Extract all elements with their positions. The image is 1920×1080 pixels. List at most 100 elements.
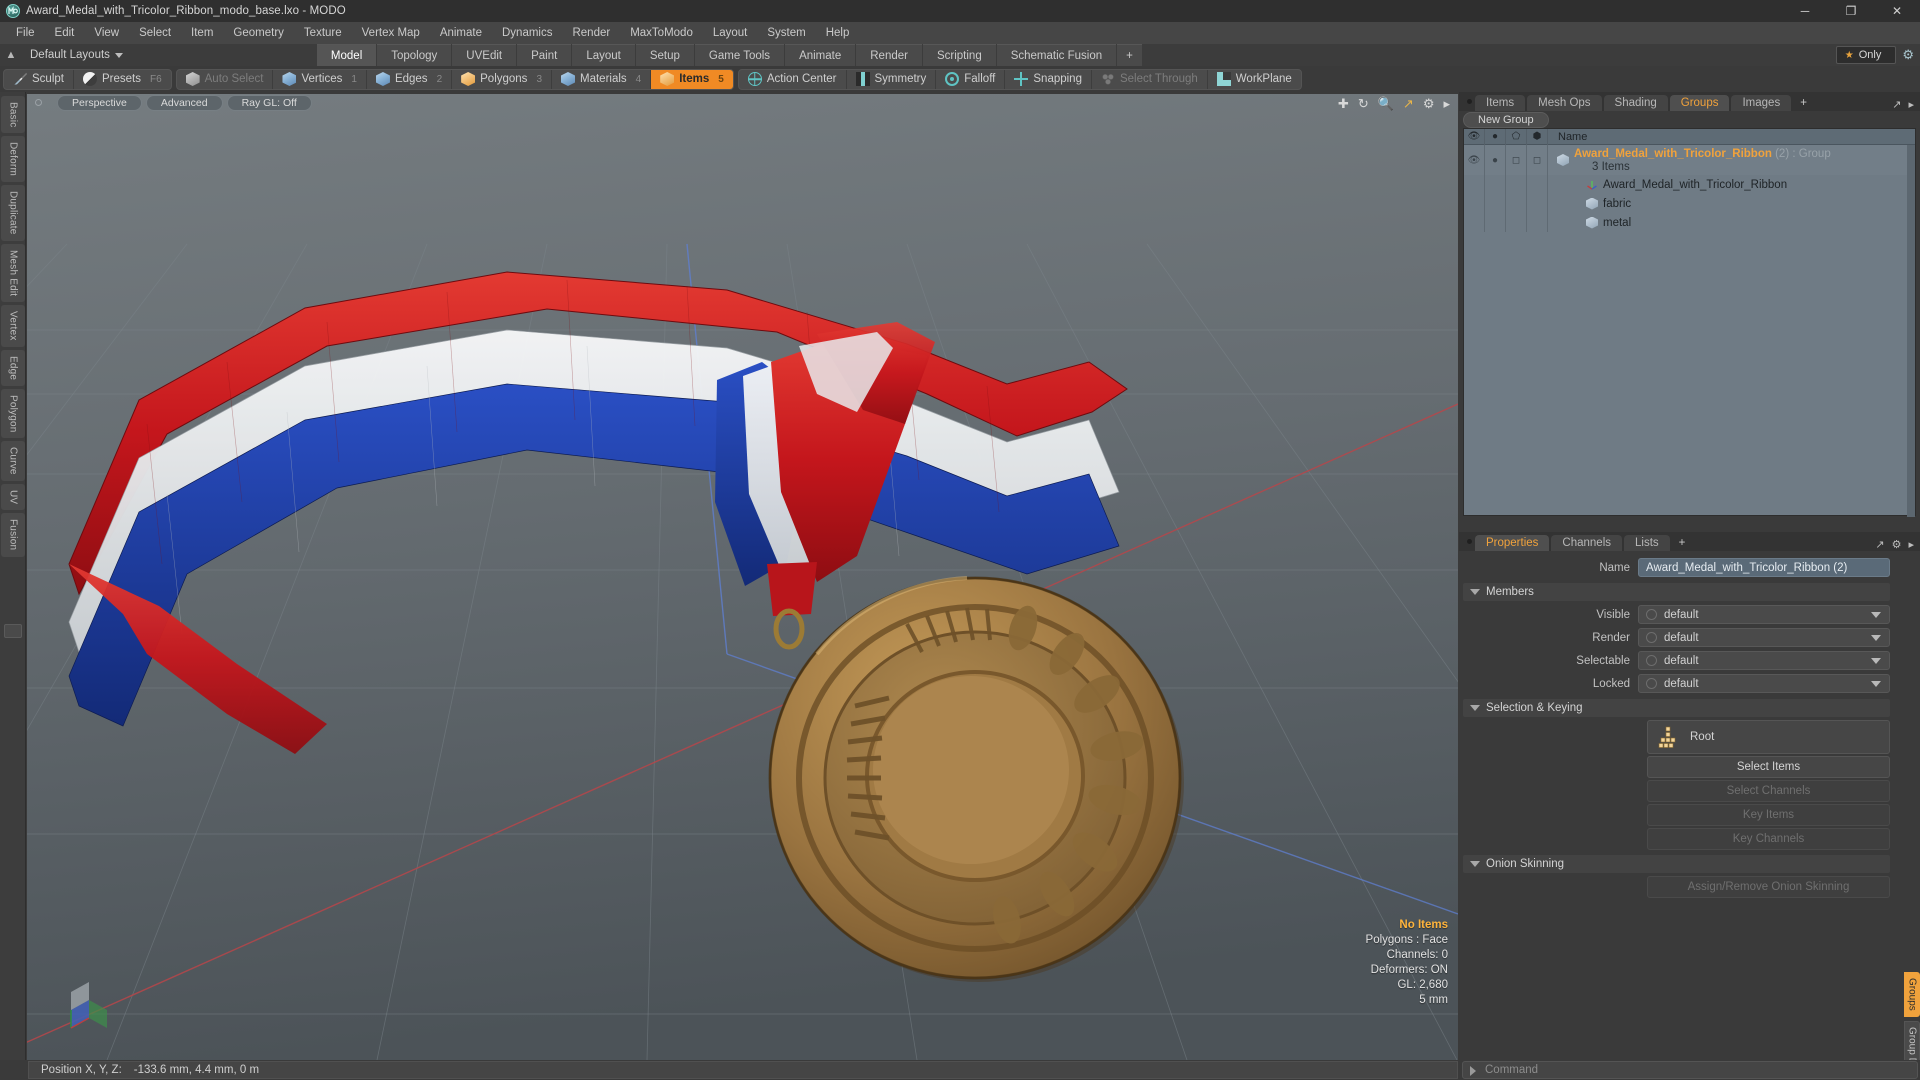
properties-tab-add[interactable]: + [1672, 535, 1693, 551]
row-render-icon[interactable]: ● [1485, 145, 1506, 175]
root-selector[interactable]: Root [1647, 720, 1890, 754]
minimize-button[interactable]: ─ [1782, 0, 1828, 22]
left-tab-vertex[interactable]: Vertex [1, 305, 25, 347]
layout-tab-setup[interactable]: Setup [635, 44, 694, 66]
viewport-tab-perspective[interactable]: Perspective [57, 95, 142, 111]
panel-tab-shading[interactable]: Shading [1603, 95, 1668, 111]
gear-icon[interactable]: ⚙ [1892, 538, 1902, 551]
zoom-icon[interactable]: 🔍 [1378, 96, 1394, 112]
axis-gizmo-icon[interactable] [59, 970, 119, 1030]
layout-tab-schematic-fusion[interactable]: Schematic Fusion [996, 44, 1117, 66]
panel-tab-mesh-ops[interactable]: Mesh Ops [1527, 95, 1602, 111]
menu-item-texture[interactable]: Texture [294, 24, 352, 42]
row-shaded-cell[interactable] [1506, 175, 1527, 194]
select-items-button[interactable]: Select Items [1647, 756, 1890, 778]
channel-dot-icon[interactable] [1646, 655, 1657, 666]
menu-item-help[interactable]: Help [816, 24, 860, 42]
close-button[interactable]: ✕ [1874, 0, 1920, 22]
row-wire-toggle[interactable]: ◻ [1527, 145, 1548, 175]
tool-sculpt-button[interactable]: Sculpt [4, 69, 74, 89]
viewport-tab-ray-gl-off[interactable]: Ray GL: Off [226, 95, 312, 111]
menu-item-layout[interactable]: Layout [703, 24, 758, 42]
tool-items-button[interactable]: Items 5 [651, 69, 733, 89]
wire-cube-icon[interactable]: ⬢ [1527, 128, 1548, 145]
left-tab-curve[interactable]: Curve [1, 441, 25, 482]
render-dropdown[interactable]: default [1638, 628, 1890, 647]
left-tab-polygon[interactable]: Polygon [1, 388, 25, 439]
panel-tab-images[interactable]: Images [1731, 95, 1792, 111]
viewport-tab-advanced[interactable]: Advanced [145, 95, 223, 111]
viewport-3d[interactable]: Perspective Advanced Ray GL: Off ✚ ↻ 🔍 ↗ ⚙… [27, 94, 1458, 1060]
layout-tab-scripting[interactable]: Scripting [922, 44, 996, 66]
onion-skinning-section-header[interactable]: Onion Skinning [1463, 855, 1890, 873]
layout-tab-game-tools[interactable]: Game Tools [694, 44, 785, 66]
menu-item-vertex-map[interactable]: Vertex Map [352, 24, 430, 42]
tool-edges-button[interactable]: Edges 2 [367, 69, 453, 89]
layout-tab-model[interactable]: Model [316, 44, 377, 66]
table-row[interactable]: metal [1464, 213, 1915, 232]
members-section-header[interactable]: Members [1463, 583, 1890, 601]
menu-item-view[interactable]: View [84, 24, 129, 42]
row-eye-cell[interactable] [1464, 213, 1485, 232]
fit-icon[interactable]: ↗ [1403, 96, 1414, 112]
left-tab-uv[interactable]: UV [1, 484, 25, 511]
gear-icon[interactable]: ⚙ [1902, 47, 1914, 63]
left-color-swatch[interactable] [4, 624, 22, 638]
layout-tab-layout[interactable]: Layout [572, 44, 635, 66]
row-shaded-cell[interactable] [1506, 194, 1527, 213]
viewport-menu-dot[interactable] [35, 99, 42, 106]
panel-tab-items[interactable]: Items [1475, 95, 1526, 111]
menu-item-select[interactable]: Select [129, 24, 181, 42]
menu-item-animate[interactable]: Animate [430, 24, 492, 42]
tool-snapping-button[interactable]: Snapping [1005, 69, 1092, 89]
row-eye-cell[interactable] [1464, 175, 1485, 194]
visible-dropdown[interactable]: default [1638, 605, 1890, 624]
row-wire-cell[interactable] [1527, 213, 1548, 232]
chevron-right-icon[interactable]: ▸ [1443, 96, 1450, 112]
rotate-icon[interactable]: ↻ [1358, 96, 1369, 112]
command-input[interactable]: Command [1462, 1061, 1918, 1079]
expand-icon[interactable]: ↗ [1892, 98, 1901, 111]
channel-dot-icon[interactable] [1646, 632, 1657, 643]
chevron-right-icon[interactable]: ▸ [1908, 538, 1914, 551]
name-field[interactable]: Award_Medal_with_Tricolor_Ribbon (2) [1638, 558, 1890, 577]
channel-dot-icon[interactable] [1646, 678, 1657, 689]
eye-icon[interactable]: 👁 [1464, 128, 1485, 145]
locked-dropdown[interactable]: default [1638, 674, 1890, 693]
panel-menu-dot[interactable] [1463, 92, 1475, 111]
properties-tab-channels[interactable]: Channels [1551, 535, 1623, 551]
tool-workplane-button[interactable]: WorkPlane [1208, 70, 1301, 89]
row-shaded-toggle[interactable]: ◻ [1506, 145, 1527, 175]
panel-tab-groups[interactable]: Groups [1669, 95, 1730, 111]
layout-tab-render[interactable]: Render [856, 44, 922, 66]
shaded-cube-icon[interactable]: ⬠ [1506, 128, 1527, 145]
tool-auto-select-button[interactable]: Auto Select [177, 69, 274, 89]
render-camera-icon[interactable]: ● [1485, 128, 1506, 145]
new-group-button[interactable]: New Group [1463, 111, 1549, 128]
layout-tab-animate[interactable]: Animate [785, 44, 856, 66]
layout-tab-topology[interactable]: Topology [377, 44, 452, 66]
selection-keying-section-header[interactable]: Selection & Keying [1463, 699, 1890, 717]
row-wire-cell[interactable] [1527, 175, 1548, 194]
home-icon[interactable]: ▲ [0, 44, 22, 66]
groups-tree[interactable]: 👁 ● ⬠ ⬢ Name 👁 ● ◻ ◻ Award_Medal_with_Tr… [1463, 128, 1916, 517]
left-tab-mesh-edit[interactable]: Mesh Edit [1, 243, 25, 303]
row-render-cell[interactable] [1485, 213, 1506, 232]
properties-tab-properties[interactable]: Properties [1475, 535, 1550, 551]
properties-tab-lists[interactable]: Lists [1624, 535, 1670, 551]
panel-tab-add[interactable]: + [1793, 95, 1814, 111]
menu-item-item[interactable]: Item [181, 24, 223, 42]
menu-item-dynamics[interactable]: Dynamics [492, 24, 562, 42]
table-row[interactable]: 👁 ● ◻ ◻ Award_Medal_with_Tricolor_Ribbon… [1464, 145, 1915, 175]
menu-item-file[interactable]: File [6, 24, 45, 42]
row-render-cell[interactable] [1485, 194, 1506, 213]
selectable-dropdown[interactable]: default [1638, 651, 1890, 670]
gear-icon[interactable]: ⚙ [1423, 96, 1435, 112]
table-row[interactable]: Award_Medal_with_Tricolor_Ribbon [1464, 175, 1915, 194]
tool-symmetry-button[interactable]: Symmetry [847, 69, 937, 89]
default-layouts-dropdown[interactable]: Default Layouts [22, 49, 131, 61]
tool-polygons-button[interactable]: Polygons 3 [452, 69, 552, 89]
tool-select-through-button[interactable]: Select Through [1092, 69, 1208, 89]
row-render-cell[interactable] [1485, 175, 1506, 194]
tool-vertices-button[interactable]: Vertices 1 [273, 69, 367, 89]
